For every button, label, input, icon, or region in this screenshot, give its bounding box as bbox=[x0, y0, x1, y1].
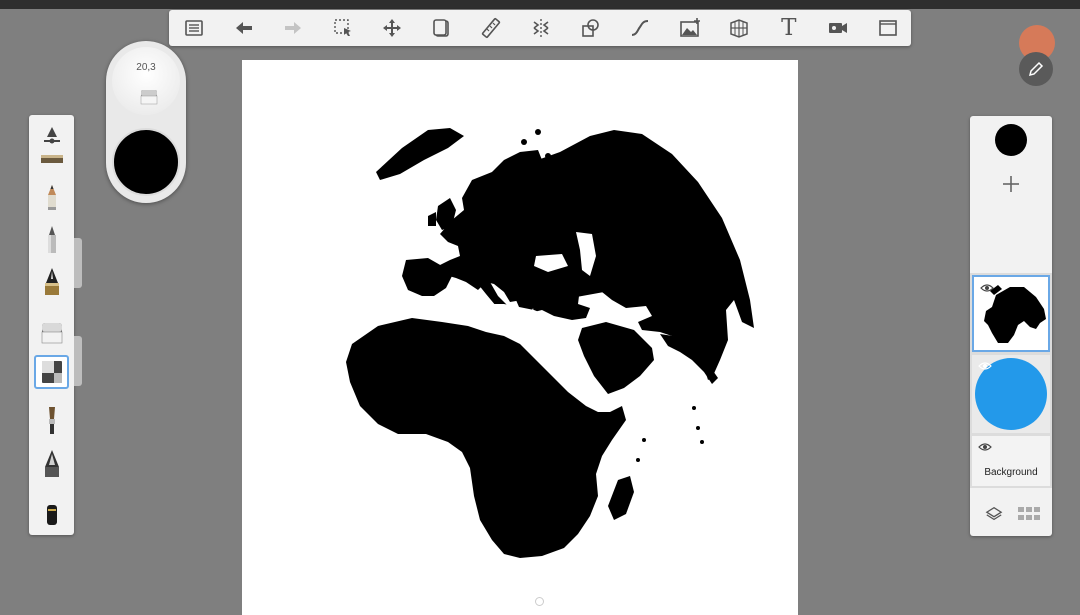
layer-item-background[interactable]: Background bbox=[972, 436, 1050, 486]
palette-drag-handle-lower[interactable] bbox=[74, 336, 82, 386]
layer-item-circle[interactable] bbox=[972, 355, 1050, 433]
brush-fountain-pen-icon[interactable] bbox=[34, 447, 69, 481]
canvas-icon[interactable] bbox=[427, 13, 457, 43]
layer-visibility-eye-icon[interactable] bbox=[978, 361, 992, 371]
brush-smudge-icon[interactable] bbox=[34, 355, 69, 389]
perspective-icon[interactable] bbox=[724, 13, 754, 43]
undo-icon[interactable] bbox=[229, 13, 259, 43]
globe-artwork bbox=[346, 128, 754, 558]
text-icon[interactable]: T bbox=[774, 13, 804, 43]
brush-marker-icon[interactable] bbox=[34, 223, 69, 257]
layer-color-swatch[interactable] bbox=[995, 124, 1027, 156]
move-transform-icon[interactable] bbox=[377, 13, 407, 43]
top-toolbar: T bbox=[169, 10, 911, 46]
layer-list: Background bbox=[970, 273, 1052, 488]
brush-chisel-marker-icon[interactable] bbox=[34, 497, 69, 531]
pen-mode-icon[interactable] bbox=[1019, 52, 1053, 86]
status-strip bbox=[0, 0, 1080, 9]
ruler-icon[interactable] bbox=[476, 13, 506, 43]
fullscreen-icon[interactable] bbox=[873, 13, 903, 43]
brush-size-value: 20,3 bbox=[136, 62, 156, 73]
layer-panel-footer bbox=[970, 492, 1052, 536]
layer-visibility-eye-icon[interactable] bbox=[980, 283, 994, 293]
layer-panel: Background bbox=[970, 116, 1052, 536]
curve-icon[interactable] bbox=[625, 13, 655, 43]
brush-pencil-icon[interactable] bbox=[34, 181, 69, 215]
add-layer-icon[interactable] bbox=[998, 171, 1024, 197]
layer-visibility-eye-icon[interactable] bbox=[978, 442, 992, 452]
brush-size-control[interactable]: 20,3 bbox=[112, 47, 180, 115]
palette-drag-handle[interactable] bbox=[74, 238, 82, 288]
lasso-list-icon[interactable] bbox=[179, 13, 209, 43]
layer-stack-icon[interactable] bbox=[981, 501, 1007, 527]
brush-ink-pen-icon[interactable] bbox=[34, 265, 69, 299]
brush-palette bbox=[29, 115, 74, 535]
shapes-icon[interactable] bbox=[576, 13, 606, 43]
drawing-canvas[interactable] bbox=[242, 60, 798, 615]
symmetry-icon[interactable] bbox=[526, 13, 556, 43]
brush-size-chip-icon bbox=[140, 90, 158, 105]
brush-eraser-icon[interactable] bbox=[34, 315, 69, 349]
brush-puck[interactable]: 20,3 bbox=[106, 41, 186, 203]
grid-view-icon[interactable] bbox=[1016, 501, 1042, 527]
text-tool-glyph: T bbox=[781, 14, 797, 41]
redo-icon[interactable] bbox=[278, 13, 308, 43]
brush-airbrush-icon[interactable] bbox=[34, 149, 69, 169]
brush-paint-brush-icon[interactable] bbox=[34, 403, 69, 437]
add-image-icon[interactable] bbox=[675, 13, 705, 43]
selection-icon[interactable] bbox=[328, 13, 358, 43]
background-layer-label: Background bbox=[984, 467, 1038, 478]
record-icon[interactable] bbox=[823, 13, 853, 43]
layer-item-map[interactable] bbox=[972, 275, 1050, 352]
brush-color-swatch[interactable] bbox=[112, 128, 180, 196]
canvas-scroll-indicator bbox=[535, 597, 544, 606]
